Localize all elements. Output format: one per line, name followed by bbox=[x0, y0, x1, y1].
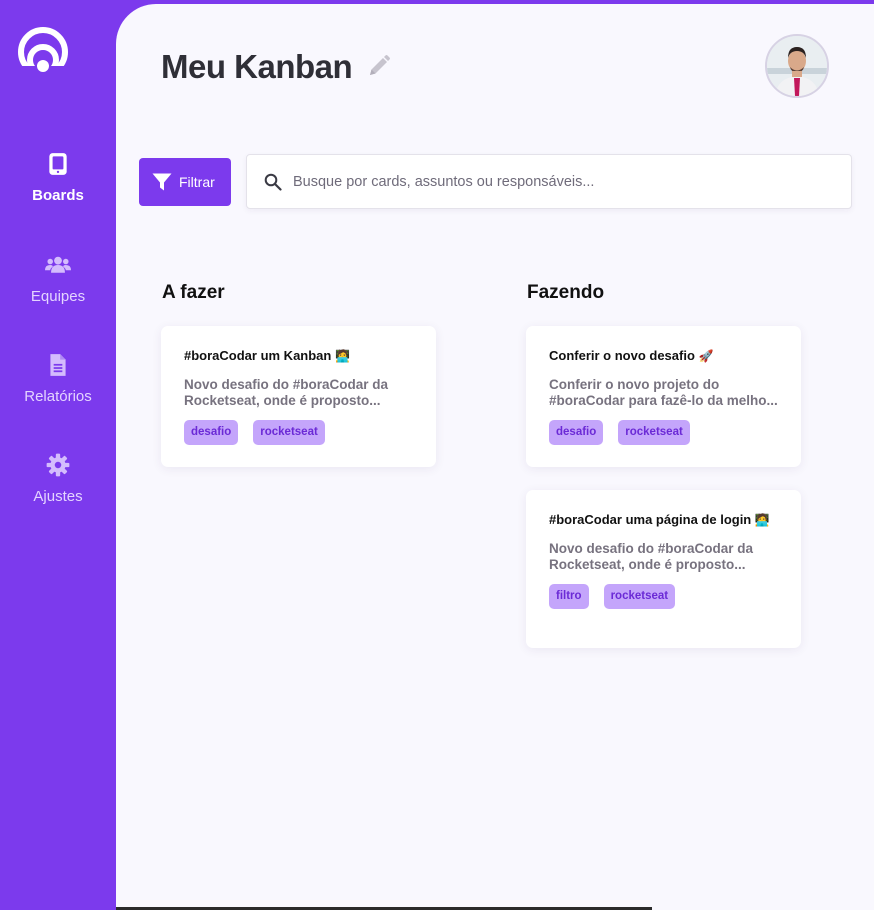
sidebar-item-label: Boards bbox=[32, 187, 84, 204]
card-description: Novo desafio do #boraCodar da Rocketseat… bbox=[184, 377, 389, 408]
sidebar-item-label: Relatórios bbox=[24, 388, 92, 405]
avatar[interactable] bbox=[765, 34, 829, 98]
card-description: Conferir o novo projeto do #boraCodar pa… bbox=[549, 377, 778, 408]
user-photo bbox=[767, 36, 827, 96]
users-icon bbox=[45, 256, 71, 273]
sidebar-item-relatorios[interactable]: Relatórios bbox=[0, 352, 116, 405]
sidebar-item-boards[interactable]: Boards bbox=[0, 151, 116, 204]
sidebar-item-equipes[interactable]: Equipes bbox=[0, 252, 116, 305]
kanban-card[interactable]: Conferir o novo desafio 🚀 Conferir o nov… bbox=[526, 326, 801, 467]
search-icon bbox=[264, 173, 282, 191]
sidebar-item-label: Ajustes bbox=[33, 488, 83, 505]
card-title: #boraCodar uma página de login 🧑‍💻 bbox=[549, 512, 770, 527]
tag[interactable]: rocketseat bbox=[603, 584, 676, 609]
sidebar: Boards Equipes Relatórios Ajustes bbox=[0, 0, 116, 910]
filter-button-label: Filtrar bbox=[179, 174, 215, 190]
filter-button[interactable]: Filtrar bbox=[139, 158, 231, 206]
tag[interactable]: desafio bbox=[184, 420, 239, 445]
search-bar[interactable] bbox=[246, 154, 852, 209]
emoji-icon: 🧑‍💻 bbox=[754, 513, 770, 527]
card-tags: desafio rocketseat bbox=[184, 420, 413, 445]
kanban-card[interactable]: #boraCodar um Kanban 🧑‍💻 Novo desafio do… bbox=[161, 326, 436, 467]
page-title: Meu Kanban bbox=[161, 48, 353, 85]
card-title: Conferir o novo desafio 🚀 bbox=[549, 348, 714, 363]
column-title-fazendo: Fazendo bbox=[527, 282, 605, 303]
main-content: Meu Kanban Filtrar A fazer # bbox=[116, 4, 874, 910]
tag[interactable]: rocketseat bbox=[618, 420, 690, 445]
card-title: #boraCodar um Kanban 🧑‍💻 bbox=[184, 348, 350, 363]
sidebar-item-ajustes[interactable]: Ajustes bbox=[0, 452, 116, 505]
tag[interactable]: desafio bbox=[549, 420, 604, 445]
emoji-icon: 🚀 bbox=[698, 349, 714, 363]
emoji-icon: 🧑‍💻 bbox=[334, 349, 350, 363]
sidebar-item-label: Equipes bbox=[30, 288, 86, 305]
card-tags: desafio rocketseat bbox=[549, 420, 778, 445]
file-icon bbox=[50, 354, 66, 376]
card-description: Novo desafio do #boraCodar da Rocketseat… bbox=[549, 541, 754, 572]
pencil-icon[interactable] bbox=[367, 54, 391, 78]
tag[interactable]: filtro bbox=[549, 584, 589, 609]
gear-icon bbox=[46, 453, 70, 477]
kanban-card[interactable]: #boraCodar uma página de login 🧑‍💻 Novo … bbox=[526, 490, 801, 648]
search-input[interactable] bbox=[293, 173, 833, 190]
card-tags: filtro rocketseat bbox=[549, 584, 778, 609]
logo-icon bbox=[17, 27, 69, 78]
column-title-a-fazer: A fazer bbox=[162, 282, 225, 303]
funnel-icon bbox=[152, 173, 172, 191]
tablet-icon bbox=[49, 153, 67, 175]
tag[interactable]: rocketseat bbox=[253, 420, 325, 445]
